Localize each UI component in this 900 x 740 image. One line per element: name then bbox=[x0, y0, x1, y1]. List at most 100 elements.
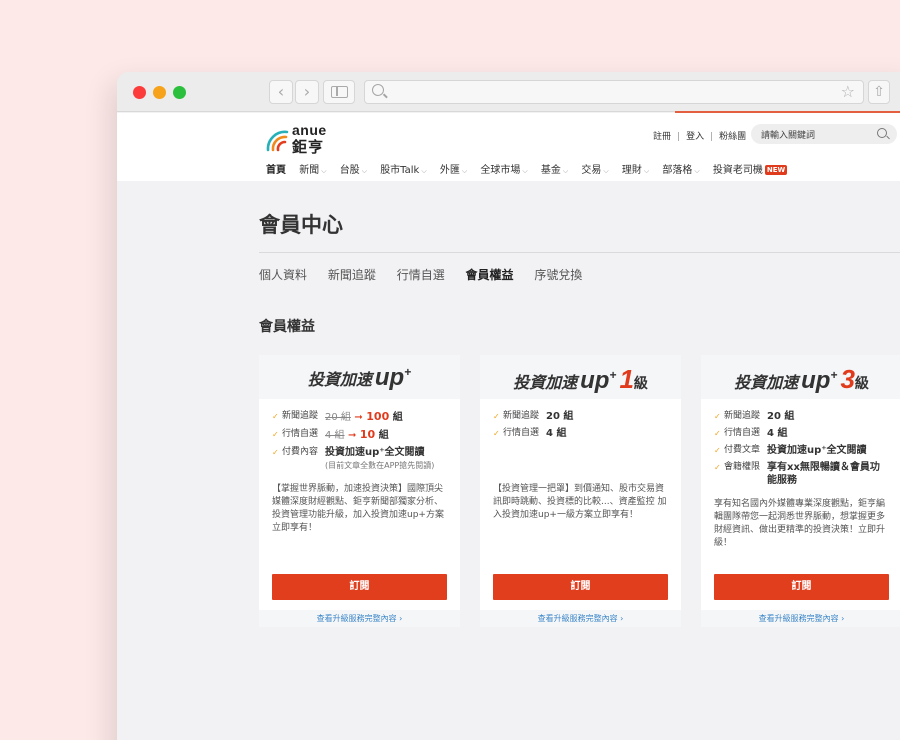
share-button[interactable]: ⇧ bbox=[868, 80, 890, 104]
feature-item: ✓ 新聞追蹤 20 組 bbox=[714, 411, 795, 422]
nav-item-tw-stock[interactable]: 台股 ⌵ bbox=[340, 161, 367, 176]
nav-item-blog[interactable]: 部落格 ⌵ bbox=[662, 161, 699, 176]
tab-profile[interactable]: 個人資料 bbox=[259, 266, 307, 283]
plan-features: ✓ 新聞追蹤 20 組 ✓ 行情自選 4 組 ✓ 付費文章 投資加速up⁺全文閱… bbox=[714, 410, 894, 491]
site-header: anue 鉅亨 註冊 | 登入 | 粉絲團 請輸入關鍵詞 首頁 新聞 ⌵ 台股 ⌵ 股市Ta… bbox=[117, 113, 900, 181]
new-badge: NEW bbox=[764, 165, 788, 175]
chevron-down-icon: ⌵ bbox=[522, 167, 528, 175]
nav-item-news[interactable]: 新聞 ⌵ bbox=[299, 161, 326, 176]
close-window-button[interactable] bbox=[133, 86, 146, 99]
feature-note: (目前文章全數在APP搶先閱讀) bbox=[325, 461, 435, 470]
feature-item: ✓ 行情自選 4 組 bbox=[714, 428, 788, 439]
chevron-down-icon: ⌵ bbox=[643, 167, 650, 175]
search-placeholder: 請輸入關鍵詞 bbox=[761, 131, 816, 141]
nav-item-trade[interactable]: 交易 ⌵ bbox=[581, 161, 608, 176]
back-button[interactable]: ‹ bbox=[269, 80, 293, 104]
feature-item: ✓ 行情自選 4 組 ➞ 10 組 bbox=[272, 428, 389, 441]
plan-card-header: 投資加速 up+ 3級 bbox=[701, 355, 900, 399]
check-icon: ✓ bbox=[493, 412, 500, 421]
check-icon: ✓ bbox=[272, 412, 279, 421]
logo-rainbow-icon bbox=[266, 130, 289, 152]
site-logo[interactable]: anue 鉅亨 bbox=[266, 120, 336, 156]
plan-card-up-level-1: 投資加速 up+ 1級 ✓ 新聞追蹤 20 組 ✓ 行情自選 4 組 【投資管理一把… bbox=[480, 355, 681, 627]
divider: | bbox=[710, 132, 714, 142]
plan-description: 享有知名國內外媒體專業深度觀點，鉅亨編輯團隊帶您一起洞悉世界脈動，想掌握更多財經… bbox=[714, 499, 886, 548]
view-details-link[interactable]: 查看升級服務完整內容 › bbox=[480, 610, 681, 627]
plan-card-up-level-3: 投資加速 up+ 3級 ✓ 新聞追蹤 20 組 ✓ 行情自選 4 組 ✓ 付費文章 … bbox=[701, 355, 900, 627]
chevron-down-icon: ⌵ bbox=[461, 167, 468, 175]
chevron-down-icon: ⌵ bbox=[321, 167, 327, 175]
chevron-right-icon: › bbox=[303, 82, 311, 101]
plan-description: 【掌握世界脈動，加速投資決策】國際頂尖媒體深度財經觀點、鉅亨新聞部獨家分析、投資… bbox=[272, 484, 444, 533]
check-icon: ✓ bbox=[272, 448, 279, 457]
forward-button[interactable]: › bbox=[295, 80, 319, 104]
arrow-right-icon: ➞ bbox=[354, 412, 363, 423]
chevron-down-icon: ⌵ bbox=[421, 167, 427, 175]
chevron-down-icon: ⌵ bbox=[694, 167, 700, 175]
arrow-right-icon: ➞ bbox=[348, 430, 357, 441]
main-nav: 首頁 新聞 ⌵ 台股 ⌵ 股市Talk ⌵ 外匯 ⌵ 全球市場 ⌵ 基金 ⌵ 交易 ⌵ 理財 ⌵… bbox=[266, 161, 797, 176]
chevron-down-icon: ⌵ bbox=[562, 167, 569, 175]
subscribe-button[interactable]: 訂閱 bbox=[493, 574, 668, 600]
register-link[interactable]: 註冊 bbox=[653, 132, 671, 142]
nav-item-stock-talk[interactable]: 股市Talk ⌵ bbox=[380, 161, 426, 176]
nav-item-fund[interactable]: 基金 ⌵ bbox=[541, 161, 568, 176]
page-title: 會員中心 bbox=[259, 213, 343, 237]
chevron-left-icon: ‹ bbox=[277, 82, 285, 101]
chevron-down-icon: ⌵ bbox=[361, 167, 367, 175]
nav-item-home[interactable]: 首頁 bbox=[266, 161, 286, 176]
search-icon bbox=[372, 84, 384, 96]
plan-card-up: 投資加速 up+ ✓ 新聞追蹤 20 組 ➞ 100 組 ✓ 行情自選 4 組 ➞… bbox=[259, 355, 460, 627]
plan-brand: 投資加速 bbox=[513, 373, 578, 392]
tab-news-tracking[interactable]: 新聞追蹤 bbox=[328, 266, 376, 283]
view-details-link[interactable]: 查看升級服務完整內容 › bbox=[701, 610, 900, 627]
check-icon: ✓ bbox=[493, 429, 500, 438]
zoom-window-button[interactable] bbox=[173, 86, 186, 99]
tab-member-benefits[interactable]: 會員權益 bbox=[466, 266, 514, 283]
bookmark-star-icon[interactable]: ☆ bbox=[841, 82, 855, 101]
plan-features: ✓ 新聞追蹤 20 組 ➞ 100 組 ✓ 行情自選 4 組 ➞ 10 組 ✓ … bbox=[272, 410, 452, 475]
plan-up-logo: up+ bbox=[801, 367, 838, 394]
account-links: 註冊 | 登入 | 粉絲團 bbox=[653, 129, 746, 142]
address-bar[interactable]: ☆ bbox=[364, 80, 864, 104]
tab-redeem-code[interactable]: 序號兌換 bbox=[534, 266, 582, 283]
check-icon: ✓ bbox=[714, 463, 721, 472]
search-icon[interactable] bbox=[877, 128, 887, 138]
search-input[interactable]: 請輸入關鍵詞 bbox=[751, 124, 897, 144]
check-icon: ✓ bbox=[714, 412, 721, 421]
nav-item-forex[interactable]: 外匯 ⌵ bbox=[440, 161, 467, 176]
feature-item: ✓ 新聞追蹤 20 組 bbox=[493, 411, 574, 422]
subscribe-button[interactable]: 訂閱 bbox=[272, 574, 447, 600]
plan-brand: 投資加速 bbox=[734, 373, 799, 392]
sidebar-icon bbox=[331, 86, 348, 98]
title-divider bbox=[259, 252, 900, 253]
sidebar-toggle-button[interactable] bbox=[323, 80, 355, 104]
feature-item: ✓ 新聞追蹤 20 組 ➞ 100 組 bbox=[272, 410, 403, 423]
subscribe-button[interactable]: 訂閱 bbox=[714, 574, 889, 600]
plan-card-header: 投資加速 up+ bbox=[259, 355, 460, 399]
feature-item: ✓ 付費文章 投資加速up⁺全文閱讀 bbox=[714, 445, 867, 456]
feature-item: ✓ 會籍權限 享有xx無限暢讀＆會員功能服務 bbox=[714, 462, 880, 486]
plan-up-logo: up+ bbox=[580, 367, 617, 394]
browser-window: ‹ › ☆ ⇧ anue 鉅亨 註冊 | 登入 | 粉絲團 請輸入關鍵詞 首頁 bbox=[117, 72, 900, 740]
plan-card-header: 投資加速 up+ 1級 bbox=[480, 355, 681, 399]
chevron-down-icon: ⌵ bbox=[603, 167, 609, 175]
nav-item-global-market[interactable]: 全球市場 ⌵ bbox=[480, 161, 527, 176]
view-details-link[interactable]: 查看升級服務完整內容 › bbox=[259, 610, 460, 627]
nav-item-finance[interactable]: 理財 ⌵ bbox=[622, 161, 649, 176]
check-icon: ✓ bbox=[272, 430, 279, 439]
nav-item-invest-driver[interactable]: 投資老司機 NEW bbox=[713, 161, 788, 176]
feature-item: ✓ 行情自選 4 組 bbox=[493, 428, 567, 439]
fanpage-link[interactable]: 粉絲團 bbox=[719, 132, 746, 142]
feature-item: ✓ 付費內容 投資加速up⁺全文閱讀 bbox=[272, 447, 425, 458]
section-title: 會員權益 bbox=[259, 319, 315, 335]
divider: | bbox=[677, 132, 681, 142]
member-subnav: 個人資料 新聞追蹤 行情自選 會員權益 序號兌換 bbox=[259, 266, 599, 283]
plan-up-logo: up+ bbox=[374, 364, 412, 391]
tab-watchlist[interactable]: 行情自選 bbox=[397, 266, 445, 283]
plan-level: 1 bbox=[619, 364, 634, 394]
login-link[interactable]: 登入 bbox=[686, 132, 704, 142]
share-icon: ⇧ bbox=[873, 84, 885, 100]
plan-description: 【投資管理一把罩】到價通知、股市交易資訊即時跳動、投資標的比較...、資產監控 … bbox=[493, 484, 667, 520]
minimize-window-button[interactable] bbox=[153, 86, 166, 99]
